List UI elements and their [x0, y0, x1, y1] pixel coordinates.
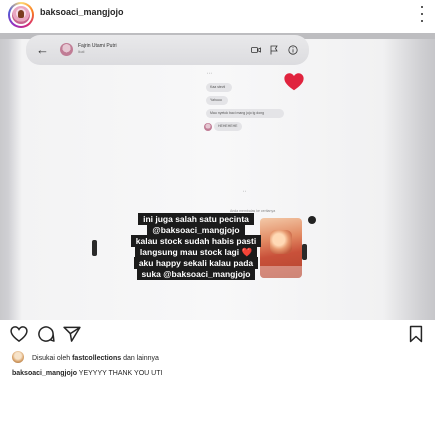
post-header: baksoaci_mangjojo	[0, 0, 435, 34]
caption-dot	[308, 216, 316, 224]
heart-outline-icon[interactable]	[9, 324, 29, 344]
profile-avatar[interactable]	[8, 2, 34, 28]
bookmark-icon[interactable]	[406, 324, 426, 344]
caption-line-6: suka @baksoaci_mangjojo	[136, 268, 256, 280]
story-avatar	[60, 43, 73, 56]
story-account-sub: Ikuti	[78, 50, 85, 54]
send-icon[interactable]	[62, 324, 82, 344]
reply-text-3: Mau nyetok baci mang jojo lg dong	[210, 111, 265, 115]
timestamp-1: • • •	[207, 71, 212, 75]
timestamp-2: • •	[243, 189, 246, 193]
reply-text-2: Yahuuu	[210, 98, 222, 102]
video-call-icon	[251, 47, 261, 53]
liked-by-line: Disukai oleh fastcollections dan lainnya	[32, 355, 159, 362]
reply-text-1: Kaa stevii	[210, 85, 226, 89]
caption-username[interactable]: baksoaci_mangjojo	[12, 370, 77, 377]
info-icon	[288, 45, 298, 55]
reply-text-4: HEHEHEHE	[218, 124, 238, 128]
caption-text: YEYYYY THANK YOU UTI	[78, 370, 163, 377]
side-stub-right	[302, 244, 307, 260]
sender-avatar	[204, 123, 212, 131]
liked-by-user[interactable]: fastcollections	[72, 355, 121, 362]
liker-avatar[interactable]	[12, 351, 24, 363]
story-caption-box: ini juga salah satu pecinta @baksoaci_ma…	[82, 213, 310, 280]
more-options-icon[interactable]	[417, 6, 427, 22]
liked-heart-icon	[284, 73, 304, 91]
story-account-name: Fajrin Utami Putri	[78, 43, 117, 49]
liked-by-suffix[interactable]: dan lainnya	[123, 355, 159, 362]
liked-by-prefix: Disukai oleh	[32, 355, 71, 362]
story-header-bar: ← Fajrin Utami Putri Ikuti	[26, 35, 309, 65]
back-arrow-icon: ←	[36, 42, 49, 57]
side-stub-left	[92, 240, 97, 256]
flag-icon	[270, 45, 278, 55]
post-username[interactable]: baksoaci_mangjojo	[40, 7, 124, 17]
post-caption: baksoaci_mangjojo YEYYYY THANK YOU UTI	[12, 370, 162, 377]
post-actions	[0, 322, 435, 348]
comment-icon[interactable]	[36, 324, 56, 344]
